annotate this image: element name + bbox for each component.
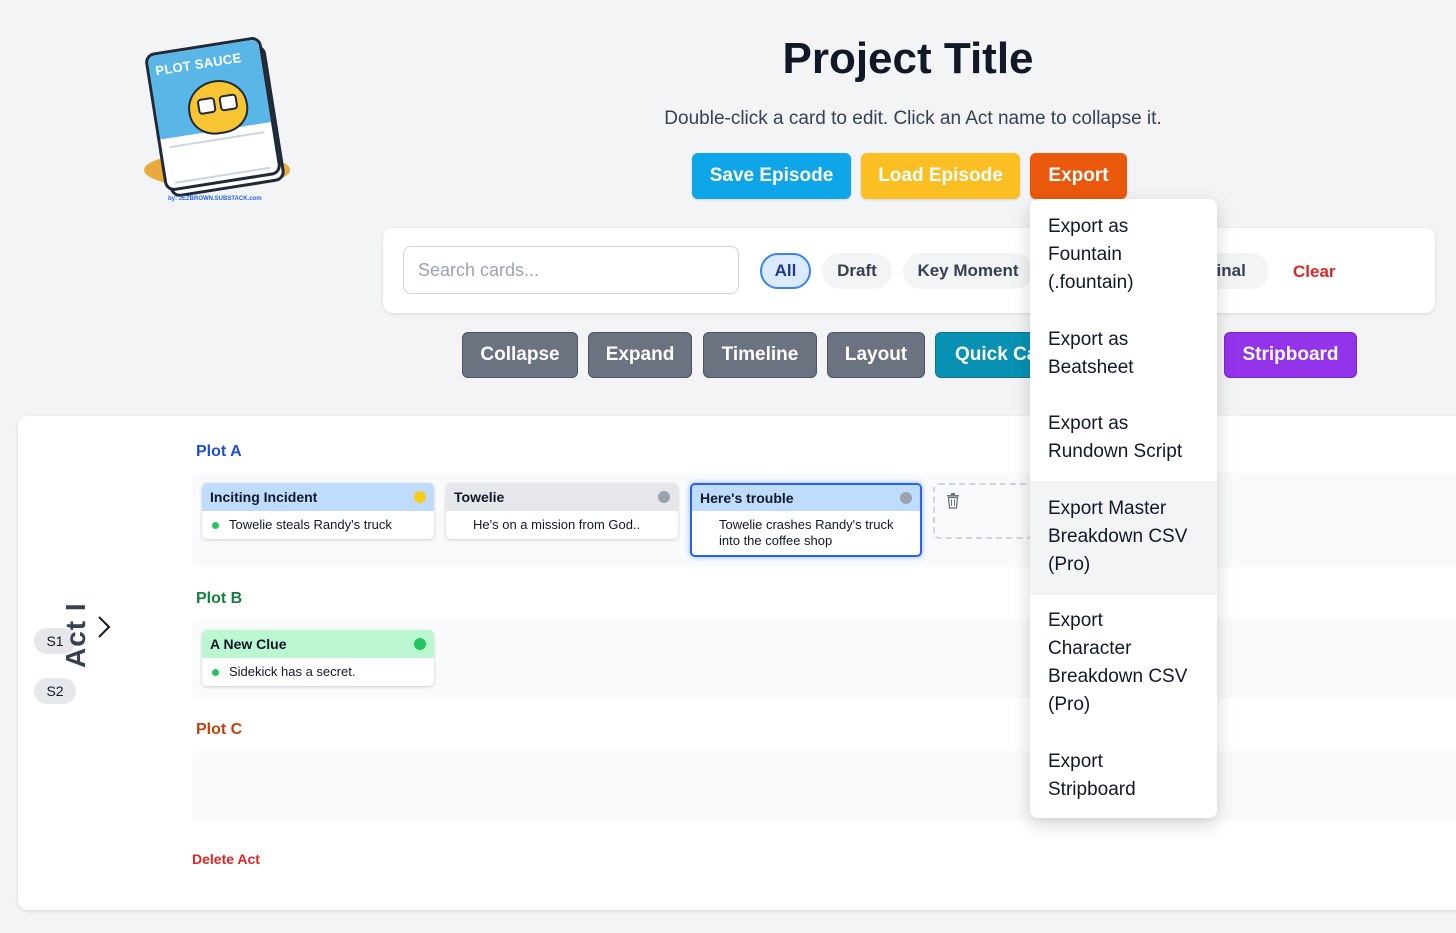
load-episode-button[interactable]: Load Episode xyxy=(861,153,1020,199)
card-towelie[interactable]: Towelie He's on a mission from God.. xyxy=(446,483,678,539)
menu-item-line: Export as xyxy=(1048,329,1129,350)
menu-item-line: Export as xyxy=(1048,413,1129,434)
plot-c-lane xyxy=(192,751,1456,821)
status-bullet xyxy=(212,669,219,676)
logo-book-lines xyxy=(169,131,271,184)
page-title[interactable]: Project Title xyxy=(0,34,1456,84)
export-button[interactable]: Export xyxy=(1030,153,1127,199)
chevron-right-icon[interactable] xyxy=(96,615,112,639)
act-name[interactable]: Act I xyxy=(60,602,92,668)
export-menu: Export as Fountain (.fountain) Export as… xyxy=(1030,199,1217,818)
delete-act-button[interactable]: Delete Act xyxy=(192,851,260,867)
status-dot xyxy=(658,491,670,503)
menu-item-line: Stripboard xyxy=(1048,779,1136,800)
card-title: Inciting Incident xyxy=(210,489,318,505)
menu-item-line: Fountain xyxy=(1048,244,1122,265)
card-text: He's on a mission from God.. xyxy=(473,517,641,532)
scene-tag-s2[interactable]: S2 xyxy=(34,678,76,704)
search-input[interactable] xyxy=(403,246,739,294)
export-rundown-item[interactable]: Export as Rundown Script xyxy=(1030,410,1217,466)
menu-item-line: Rundown Script xyxy=(1048,441,1183,462)
clear-filters-link[interactable]: Clear xyxy=(1293,262,1336,282)
status-bullet xyxy=(212,522,219,529)
save-episode-button[interactable]: Save Episode xyxy=(692,153,851,199)
card-heres-trouble[interactable]: Here's trouble Towelie crashes Randy's t… xyxy=(690,483,922,557)
layout-button[interactable]: Layout xyxy=(827,332,925,378)
page-instructions: Double-click a card to edit. Click an Ac… xyxy=(664,108,1162,129)
status-dot xyxy=(414,491,426,503)
card-header: Inciting Incident xyxy=(202,483,434,511)
menu-item-line: Breakdown CSV xyxy=(1048,526,1188,547)
export-stripboard-item[interactable]: Export Stripboard xyxy=(1030,748,1217,804)
export-master-breakdown-item[interactable]: Export Master Breakdown CSV (Pro) xyxy=(1030,481,1217,595)
menu-item-line: Breakdown CSV xyxy=(1048,666,1188,687)
status-dot xyxy=(414,638,426,650)
card-body: Towelie crashes Randy's truck into the c… xyxy=(692,511,920,555)
menu-item-line: (Pro) xyxy=(1048,694,1091,715)
filter-pill-all[interactable]: All xyxy=(760,253,811,289)
export-character-breakdown-item[interactable]: Export Character Breakdown CSV (Pro) xyxy=(1030,607,1217,719)
export-beatsheet-item[interactable]: Export as Beatsheet xyxy=(1030,326,1217,382)
card-header: A New Clue xyxy=(202,630,434,658)
menu-item-line: Export as xyxy=(1048,216,1129,237)
menu-item-line: (Pro) xyxy=(1048,554,1091,575)
plot-c-label: Plot C xyxy=(196,721,243,738)
card-drop-zone[interactable] xyxy=(933,483,1033,539)
card-title: A New Clue xyxy=(210,636,287,652)
menu-item-line: Export xyxy=(1048,610,1103,631)
card-header: Towelie xyxy=(446,483,678,511)
card-body: He's on a mission from God.. xyxy=(446,511,678,539)
timeline-button[interactable]: Timeline xyxy=(703,332,817,378)
card-title: Here's trouble xyxy=(700,490,794,506)
card-text: Towelie steals Randy's truck xyxy=(229,517,392,532)
stripboard-button[interactable]: Stripboard xyxy=(1224,332,1357,378)
menu-item-line: Export Master xyxy=(1048,498,1167,519)
filter-bar: All Draft Key Moment Final Clear xyxy=(383,228,1435,313)
card-header: Here's trouble xyxy=(692,485,920,511)
plot-b-label: Plot B xyxy=(196,590,243,607)
logo-byline: by: JEZBROWN.SUBSTACK.com xyxy=(168,196,262,202)
menu-item-line: Export xyxy=(1048,751,1103,772)
card-text: Sidekick has a secret. xyxy=(229,664,356,679)
menu-item-line: (.fountain) xyxy=(1048,272,1134,293)
plot-a-label: Plot A xyxy=(196,443,242,460)
export-fountain-item[interactable]: Export as Fountain (.fountain) xyxy=(1030,213,1217,297)
card-body: Sidekick has a secret. xyxy=(202,658,434,686)
menu-item-line: Character xyxy=(1048,638,1132,659)
trash-icon[interactable] xyxy=(946,493,960,509)
card-a-new-clue[interactable]: A New Clue Sidekick has a secret. xyxy=(202,630,434,686)
status-dot xyxy=(900,492,912,504)
filter-pill-key-moment[interactable]: Key Moment xyxy=(903,253,1033,289)
card-text: Towelie crashes Randy's truck into the c… xyxy=(719,517,894,548)
expand-button[interactable]: Expand xyxy=(588,332,692,378)
card-inciting-incident[interactable]: Inciting Incident Towelie steals Randy's… xyxy=(202,483,434,539)
card-title: Towelie xyxy=(454,489,505,505)
card-body: Towelie steals Randy's truck xyxy=(202,511,434,539)
collapse-button[interactable]: Collapse xyxy=(462,332,578,378)
menu-item-line: Beatsheet xyxy=(1048,357,1134,378)
filter-pill-draft[interactable]: Draft xyxy=(822,253,892,289)
